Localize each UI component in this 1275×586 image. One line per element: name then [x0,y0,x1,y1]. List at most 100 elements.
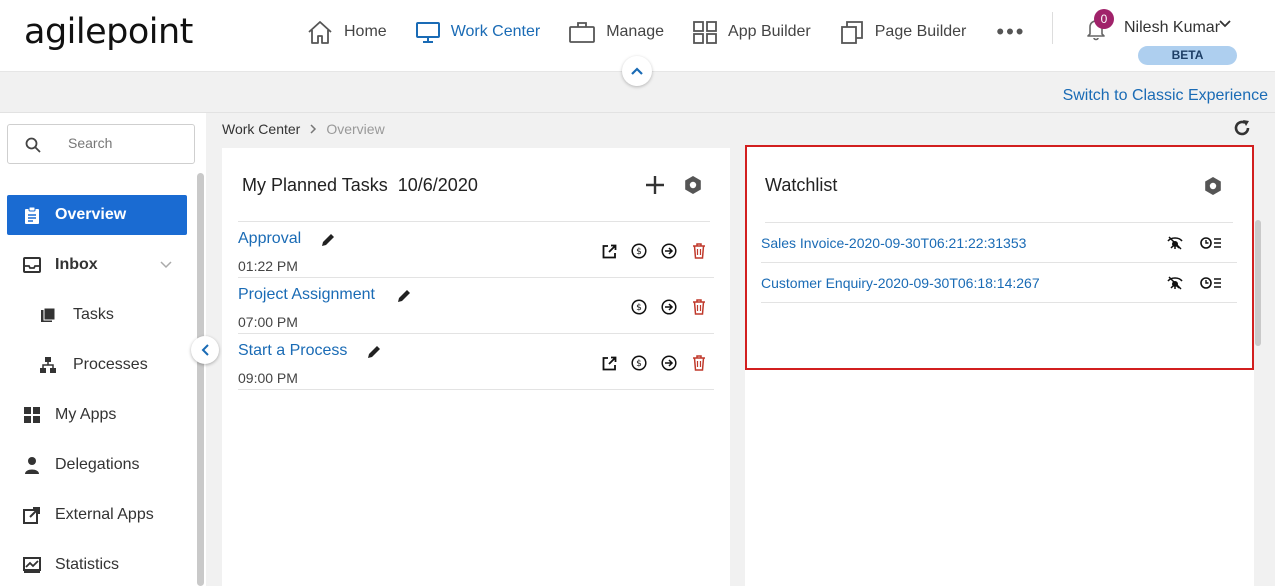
apps-icon [23,406,41,424]
nav-manage-label: Manage [606,23,665,40]
delete-icon[interactable] [684,242,714,260]
nav-app-builder[interactable]: App Builder [692,16,811,48]
planned-tasks-title-text: My Planned Tasks [242,175,388,195]
sidebar-item-label: Statistics [55,556,120,573]
refresh-button[interactable] [1232,118,1252,143]
switch-classic-link[interactable]: Switch to Classic Experience [1063,87,1268,105]
sidebar-item-tasks[interactable]: Tasks [7,295,187,335]
collapse-header-button[interactable] [622,56,652,86]
task-time: 01:22 PM [238,258,298,274]
sidebar-item-my-apps[interactable]: My Apps [7,395,187,435]
planned-tasks-date: 10/6/2020 [397,175,478,195]
nav-work-center-label: Work Center [450,23,541,40]
person-icon [23,456,41,474]
nav-work-center[interactable]: Work Center [415,16,541,48]
forward-arrow-icon[interactable] [654,242,684,260]
svg-text:$: $ [636,359,642,369]
sidebar-item-label: Inbox [55,256,98,273]
edit-icon[interactable] [396,288,412,309]
sidebar-toggle-button[interactable] [191,336,219,364]
sidebar-scrollbar[interactable] [197,173,204,586]
planned-tasks-card: My Planned Tasks 10/6/2020 Approval 01:2… [222,148,730,586]
task-row: Approval 01:22 PM $ [238,222,714,278]
sidebar-item-label: Delegations [55,456,140,473]
pages-icon [840,21,863,44]
main-nav: Home Work Center Manage App Builder Page… [306,16,1025,48]
dollar-circle-icon[interactable]: $ [624,298,654,316]
beta-badge: BETA [1138,46,1237,65]
notification-count-badge: 0 [1094,9,1114,29]
refresh-icon [1234,120,1250,136]
tasks-icon [39,306,57,324]
task-row: Project Assignment 07:00 PM $ [238,278,714,334]
nav-page-builder-label: Page Builder [874,23,967,40]
planned-tasks-title: My Planned Tasks 10/6/2020 [242,175,478,196]
header-divider [1052,12,1053,44]
sidebar-item-processes[interactable]: Processes [7,345,187,385]
svg-text:$: $ [636,303,642,313]
dollar-circle-icon[interactable]: $ [624,242,654,260]
sidebar-item-statistics[interactable]: Statistics [7,545,187,585]
grid-icon [693,21,717,44]
chevron-down-icon[interactable] [159,257,173,276]
sidebar-item-external-apps[interactable]: External Apps [7,495,187,535]
sidebar-item-label: Overview [55,206,127,223]
briefcase-icon [569,22,596,43]
add-task-button[interactable] [644,174,666,201]
agilepoint-logo[interactable]: agilepoint [24,12,193,52]
chart-icon [23,556,41,574]
sidebar-item-overview[interactable]: Overview [7,195,187,235]
tasks-settings-button[interactable] [683,175,703,200]
clipboard-icon [23,206,41,224]
task-name-link[interactable]: Approval [238,230,301,248]
open-external-icon[interactable] [594,242,624,260]
sidebar-item-label: Processes [73,356,148,373]
dollar-circle-icon[interactable]: $ [624,354,654,372]
task-actions: $ [594,242,714,260]
external-icon [23,506,41,524]
monitor-icon [415,22,440,43]
sidebar-item-label: My Apps [55,406,117,423]
gear-icon [685,176,701,194]
home-icon [308,21,332,44]
breadcrumb: Work Center Overview [222,121,385,137]
forward-arrow-icon[interactable] [654,298,684,316]
sidebar-item-delegations[interactable]: Delegations [7,445,187,485]
delete-icon[interactable] [684,354,714,372]
sidebar-item-label: External Apps [55,506,154,523]
nav-app-builder-label: App Builder [728,23,811,40]
breadcrumb-root[interactable]: Work Center [222,121,300,137]
task-row: Start a Process 09:00 PM $ [238,334,714,390]
search-input[interactable] [68,135,188,151]
task-actions: $ [624,298,714,316]
nav-manage[interactable]: Manage [568,16,664,48]
edit-icon[interactable] [366,344,382,365]
plus-icon [646,176,664,194]
more-menu-button[interactable]: ••• [996,21,1025,43]
open-external-icon[interactable] [594,354,624,372]
chevron-up-icon [631,67,643,75]
inbox-icon [23,256,41,274]
edit-icon[interactable] [320,232,336,253]
sidebar-item-inbox[interactable]: Inbox [7,245,187,285]
chevron-down-icon[interactable] [1218,17,1232,34]
chevron-right-icon [309,121,317,137]
search-icon [25,137,41,153]
task-time: 09:00 PM [238,370,298,386]
delete-icon[interactable] [684,298,714,316]
search-box[interactable] [7,124,195,164]
nav-page-builder[interactable]: Page Builder [839,16,967,48]
task-time: 07:00 PM [238,314,298,330]
task-name-link[interactable]: Start a Process [238,342,347,360]
nav-home[interactable]: Home [306,16,387,48]
task-name-link[interactable]: Project Assignment [238,286,375,304]
breadcrumb-current: Overview [326,121,385,137]
processes-icon [39,356,57,374]
user-name[interactable]: Nilesh Kumar [1124,19,1220,37]
watchlist-highlight-frame [745,145,1254,370]
main-scrollbar[interactable] [1255,220,1261,346]
forward-arrow-icon[interactable] [654,354,684,372]
task-actions: $ [594,354,714,372]
sidebar: Overview Inbox Tasks Processes My Apps D… [0,113,206,586]
nav-home-label: Home [344,23,387,40]
